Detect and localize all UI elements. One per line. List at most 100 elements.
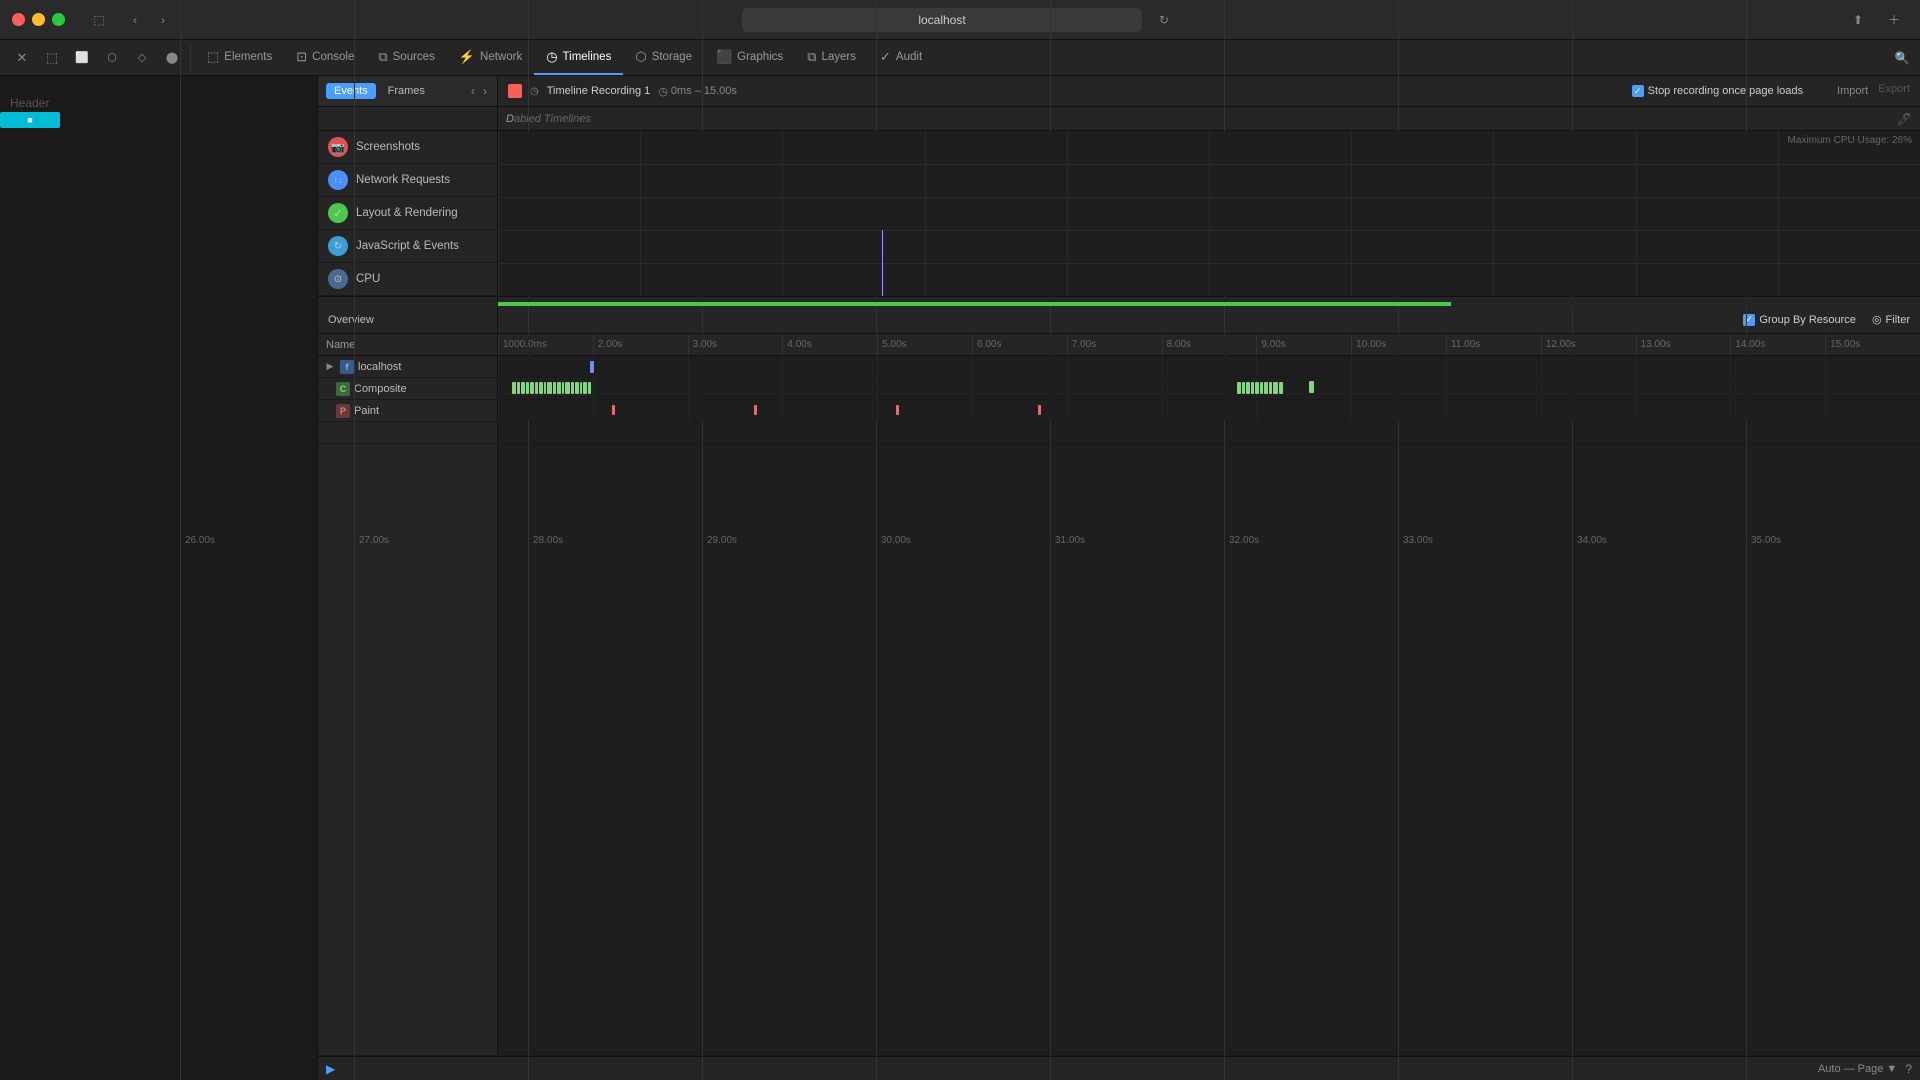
- comp-bar2-1: [1237, 382, 1241, 394]
- dtick-7: 8.00s: [1162, 334, 1257, 355]
- comp-bar-10: [553, 382, 556, 394]
- composite-bars-group2: [1237, 381, 1706, 395]
- tgc-13: [1730, 356, 1825, 377]
- paint-bar-3: [896, 405, 899, 415]
- tree-row-composite: C Composite: [318, 378, 1920, 400]
- pgc-3: [782, 400, 877, 421]
- comp-bar-1: [512, 382, 516, 394]
- tree-row-localhost: ▶ f localhost: [318, 356, 1920, 378]
- forward-button[interactable]: ›: [149, 6, 177, 34]
- grid-col-1: [640, 131, 782, 296]
- page-blue-box: ■: [0, 112, 60, 128]
- comp-bar2-6: [1260, 382, 1263, 394]
- tgc-3: [782, 356, 877, 377]
- back-button[interactable]: ‹: [121, 6, 149, 34]
- tgc-12: [1636, 356, 1731, 377]
- page-header-label: Header: [10, 96, 49, 110]
- grid-col-5: [1209, 131, 1351, 296]
- comp-bar-13: [565, 382, 570, 394]
- comp-bar2-9: [1273, 382, 1278, 394]
- dtick-13: 14.00s: [1730, 334, 1825, 355]
- comp-bar-9: [547, 382, 552, 394]
- grid-col-3: [925, 131, 1067, 296]
- traffic-lights: [12, 13, 65, 26]
- timeline-chart-area: Maximum CPU Usage: 26%: [498, 131, 1920, 296]
- disabled-right: Dabled Timelines 🖊 26.00s 27.00s 28.00s …: [498, 107, 1920, 130]
- comp-bar-7: [539, 382, 543, 394]
- tgc-6: [1067, 356, 1162, 377]
- dtick-11: 12.00s: [1541, 334, 1636, 355]
- tree-grid: [498, 356, 1920, 377]
- tgc-9: [1351, 356, 1446, 377]
- 3d-tool[interactable]: ◇: [128, 44, 156, 72]
- tgc-4: [877, 356, 972, 377]
- dtick-0: 1000.0ms: [498, 334, 593, 355]
- pgc-14: [1825, 400, 1920, 421]
- pgc-4: [877, 400, 972, 421]
- comp-bar2-4: [1251, 382, 1254, 394]
- composite-bars-group: [512, 381, 1351, 395]
- comp-bar-12: [562, 382, 564, 394]
- comp-bar-17: [583, 382, 587, 394]
- tgc-10: [1446, 356, 1541, 377]
- select-tool[interactable]: ⬜: [68, 44, 96, 72]
- minimize-button[interactable]: [32, 13, 45, 26]
- grid-col-9: [1778, 131, 1920, 296]
- comp-bar-5: [530, 382, 534, 394]
- pgc-13: [1730, 400, 1825, 421]
- grid-col-8: [1636, 131, 1778, 296]
- pgc-10: [1446, 400, 1541, 421]
- overview-scrollbar-row: [318, 296, 1920, 306]
- dtick-6: 7.00s: [1067, 334, 1162, 355]
- tree-row-chart-paint: [498, 400, 1920, 421]
- tgc-7: [1162, 356, 1257, 377]
- row-div-0: [498, 164, 1920, 165]
- inspector-tool[interactable]: ⬚: [38, 44, 66, 72]
- row-div-2: [498, 230, 1920, 231]
- devtools-close[interactable]: ✕: [8, 44, 36, 72]
- overview-row-right: [498, 297, 1920, 306]
- comp-bar-14: [571, 382, 574, 394]
- green-range-bar[interactable]: [498, 302, 1451, 306]
- maximize-button[interactable]: [52, 13, 65, 26]
- dtick-9: 10.00s: [1351, 334, 1446, 355]
- comp-bar2-5: [1255, 382, 1259, 394]
- comp-bar-4: [526, 382, 529, 394]
- pgc-8: [1256, 400, 1351, 421]
- row-div-1: [498, 197, 1920, 198]
- detail-ruler-right: 1000.0ms 2.00s 3.00s 4.00s 5.00s 6.00s 7…: [498, 334, 1920, 355]
- comp-bar-11: [557, 382, 561, 394]
- sidebar-toggle[interactable]: ⬚: [85, 6, 113, 34]
- comp-bar-16: [580, 382, 582, 394]
- pgc-11: [1541, 400, 1636, 421]
- right-panel: Events Frames ‹ › ◷ Timeline Recording 1…: [318, 76, 1920, 1080]
- tgc-8: [1256, 356, 1351, 377]
- timeline-sections: 📷 Screenshots ↑↓ Network Requests ✓ Layo…: [318, 131, 1920, 296]
- dtick-5: 6.00s: [972, 334, 1067, 355]
- detail-ruler-ticks: 1000.0ms 2.00s 3.00s 4.00s 5.00s 6.00s 7…: [498, 334, 1920, 355]
- cgc-14: [1825, 378, 1920, 399]
- comp-bar-18: [588, 382, 591, 394]
- comp-bar2-10: [1279, 382, 1283, 394]
- comp-bar-6: [535, 382, 538, 394]
- comp-bar-single: [1309, 381, 1314, 393]
- tree-row-chart-composite: [498, 378, 1920, 399]
- row-div-3: [498, 263, 1920, 264]
- node-tool[interactable]: ⬡: [98, 44, 126, 72]
- paint-bar-2: [754, 405, 757, 415]
- pgc-9: [1351, 400, 1446, 421]
- pgc-5: [972, 400, 1067, 421]
- comp-bar2-3: [1246, 382, 1250, 394]
- grid-col-2: [782, 131, 924, 296]
- dtick-4: 5.00s: [877, 334, 972, 355]
- pgc-6: [1067, 400, 1162, 421]
- disabled-timelines-row: Dabled Timelines 🖊 26.00s 27.00s 28.00s …: [318, 107, 1920, 131]
- tgc-0: [498, 356, 593, 377]
- grid-col-7: [1493, 131, 1635, 296]
- tree-row-paint: P Paint: [318, 400, 1920, 422]
- close-button[interactable]: [12, 13, 25, 26]
- comp-bar-2: [517, 382, 520, 394]
- pgc-7: [1162, 400, 1257, 421]
- pgc-12: [1636, 400, 1731, 421]
- tgc-2: [688, 356, 783, 377]
